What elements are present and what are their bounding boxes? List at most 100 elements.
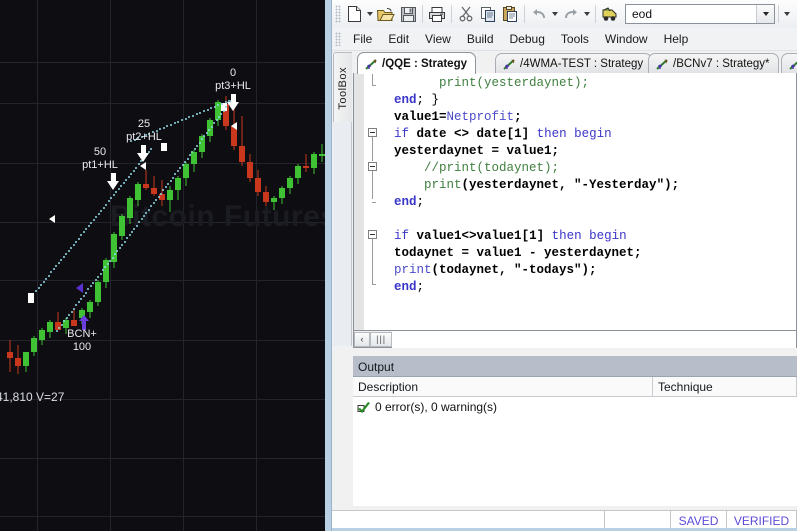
symbol-combobox-dropdown-icon[interactable] [756, 5, 774, 23]
gridline-horizontal [0, 458, 331, 459]
scrollbar-thumb[interactable]: ||| [370, 331, 392, 347]
paste-icon[interactable] [499, 3, 521, 25]
menubar: File Edit View Build Debug Tools Window … [332, 28, 797, 51]
save-icon[interactable] [397, 3, 419, 25]
ide-window: eod File Edit View Build Debug Tools Win… [331, 0, 797, 531]
tab-4wma-test-strategy-label: /4WMA-TEST : Strategy [520, 58, 644, 70]
code-line: end; } [394, 93, 440, 107]
menu-build[interactable]: Build [459, 30, 502, 48]
candlestick [287, 176, 293, 194]
output-column-headers: Description Technique [353, 377, 797, 397]
code-text[interactable]: print(yesterdaynet); end; } value1=Netpr… [379, 75, 796, 330]
output-row[interactable]: 0 error(s), 0 warning(s) [353, 397, 797, 417]
undo-icon[interactable] [528, 3, 550, 25]
candlestick [191, 150, 197, 172]
candlestick [143, 170, 149, 190]
toolbar-overflow-icon[interactable] [782, 3, 792, 25]
menu-help[interactable]: Help [656, 30, 697, 48]
tab-next-partial[interactable] [781, 53, 797, 74]
code-fold-toggle[interactable] [368, 230, 377, 239]
chart-gridlines [0, 0, 331, 531]
candlestick [183, 162, 189, 186]
menu-edit[interactable]: Edit [380, 30, 417, 48]
code-line: value1=Netprofit; [394, 110, 522, 124]
candlestick [15, 345, 21, 374]
screen-root: Bitcoin Futures 50 pt1+HL 25 pt2+HL 0 pt… [0, 0, 797, 531]
chart-panel[interactable]: Bitcoin Futures 50 pt1+HL 25 pt2+HL 0 pt… [0, 0, 331, 531]
menubar-grip[interactable] [335, 32, 341, 46]
menu-debug[interactable]: Debug [502, 30, 553, 48]
output-column-technique[interactable]: Technique [653, 377, 797, 396]
marker-left-arrow-2 [231, 122, 237, 130]
output-column-description[interactable]: Description [353, 377, 653, 396]
menu-window[interactable]: Window [597, 30, 656, 48]
menu-tools[interactable]: Tools [553, 30, 597, 48]
toolbar-separator-4 [595, 5, 596, 23]
annotation-bcn-label: 100 [72, 341, 92, 353]
cut-icon[interactable] [455, 3, 477, 25]
gridline-vertical [183, 0, 184, 531]
redo-dropdown-icon[interactable] [582, 3, 592, 25]
code-line: print(yesterdaynet, "-Yesterday"); [424, 178, 680, 192]
code-line: //print(todaynet); [424, 161, 560, 175]
candlestick [135, 182, 141, 206]
code-line: print(todaynet, "-todays"); [394, 263, 597, 277]
code-fold-line [372, 143, 373, 161]
code-line: if date <> date[1] then begin [394, 127, 612, 141]
menu-file[interactable]: File [345, 30, 380, 48]
undo-dropdown-icon[interactable] [550, 3, 560, 25]
new-file-icon[interactable] [343, 3, 365, 25]
data-source-icon[interactable] [599, 3, 621, 25]
output-panel-title: Output [353, 357, 797, 377]
editor-horizontal-scrollbar[interactable]: ‹ ||| [353, 330, 797, 348]
code-line: todaynet = value1 - yesterdaynet; [394, 246, 642, 260]
toolbar-grip[interactable] [335, 5, 341, 23]
open-file-icon[interactable] [375, 3, 397, 25]
scrollbar-thumb-grip: ||| [375, 334, 386, 344]
scrollbar-track[interactable] [392, 330, 796, 348]
toolbar-separator-5 [778, 5, 779, 23]
annotation-pt2-value: 25 [137, 118, 151, 130]
scroll-left-icon[interactable]: ‹ [354, 331, 370, 347]
price-volume-readout: 41,810 V=27 [0, 390, 65, 404]
marker-left-arrow-3 [49, 215, 55, 223]
print-icon[interactable] [426, 3, 448, 25]
code-editor[interactable]: print(yesterdaynet); end; } value1=Netpr… [353, 73, 797, 331]
editor-fold-column[interactable] [365, 73, 379, 330]
gridline-horizontal [0, 62, 331, 63]
candlestick [271, 196, 277, 210]
tab-bcnv7-strategy[interactable]: /BCNv7 : Strategy* [648, 53, 779, 74]
tab-bcnv7-strategy-label: /BCNv7 : Strategy* [673, 58, 770, 70]
toolbox-tab-label: ToolBox [337, 66, 349, 110]
candlestick-neutral [28, 293, 34, 303]
gridline-horizontal [0, 163, 331, 164]
strategy-icon [656, 58, 669, 71]
candlestick [167, 186, 173, 212]
output-row-description: 0 error(s), 0 warning(s) [375, 400, 498, 414]
annotation-pt1-label: pt1+HL [82, 159, 118, 171]
code-line: print(yesterdaynet); [439, 76, 590, 90]
candlestick [263, 186, 269, 206]
code-fold-toggle[interactable] [368, 162, 377, 171]
copy-icon[interactable] [477, 3, 499, 25]
candlestick [7, 340, 13, 372]
annotation-bcn-value: BCN+ [67, 328, 97, 340]
candlestick [279, 186, 285, 204]
code-fold-line [372, 171, 373, 199]
tab-qqe-strategy-label: /QQE : Strategy [382, 58, 467, 70]
menu-view[interactable]: View [417, 30, 459, 48]
code-fold-toggle[interactable] [368, 128, 377, 137]
strategy-icon [789, 58, 797, 71]
tab-qqe-strategy[interactable]: /QQE : Strategy [357, 52, 476, 74]
gridline-horizontal [0, 280, 331, 281]
candlestick [175, 176, 181, 200]
candlestick [31, 336, 37, 356]
redo-icon[interactable] [560, 3, 582, 25]
new-file-dropdown-icon[interactable] [365, 3, 375, 25]
code-line: end; [394, 280, 425, 294]
gridline-vertical [37, 0, 38, 531]
toolbox-tab[interactable]: ToolBox [333, 52, 352, 124]
tab-4wma-test-strategy[interactable]: /4WMA-TEST : Strategy [495, 53, 653, 74]
symbol-combobox[interactable]: eod [625, 4, 775, 24]
